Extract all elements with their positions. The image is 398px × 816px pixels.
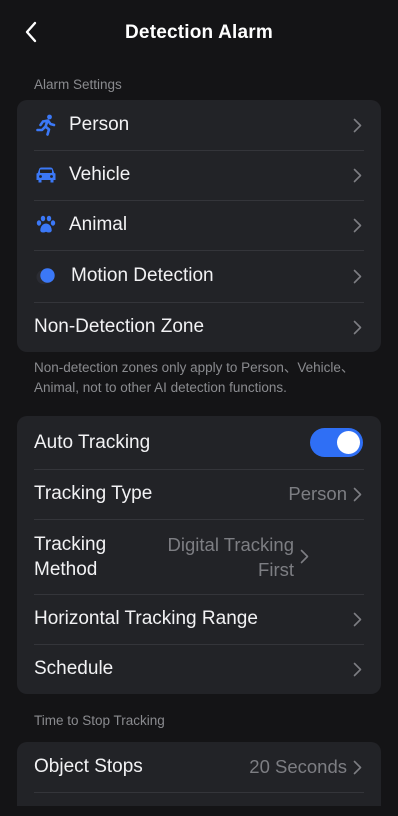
chevron-right-icon	[351, 319, 363, 335]
chevron-right-icon	[351, 486, 363, 502]
chevron-right-icon	[351, 217, 363, 233]
page-title: Detection Alarm	[125, 22, 273, 43]
tracking-type-value: Person	[288, 483, 347, 504]
tracking-card: Auto Tracking Tracking Type Person Track…	[17, 416, 381, 694]
chevron-right-icon	[351, 117, 363, 133]
running-person-icon	[34, 113, 58, 137]
list-item-label: Animal	[69, 214, 128, 235]
schedule-row[interactable]: Schedule	[17, 644, 381, 694]
chevron-right-icon	[351, 167, 363, 183]
chevron-right-icon	[351, 611, 363, 627]
non-detection-zone-note: Non-detection zones only apply to Person…	[34, 360, 355, 395]
list-item-label: Non-Detection Zone	[34, 316, 205, 337]
chevron-right-icon	[351, 661, 363, 677]
alarm-settings-card: Person Vehicle Animal Motion Detection N…	[17, 100, 381, 352]
tracking-type-row[interactable]: Tracking Type Person	[17, 469, 381, 519]
object-stops-value: 20 Seconds	[249, 756, 347, 777]
paw-icon	[34, 213, 58, 237]
list-item-label: Vehicle	[69, 164, 131, 185]
tracking-method-row[interactable]: Tracking Method Digital Tracking First	[17, 519, 381, 594]
list-item-label: Motion Detection	[71, 265, 214, 286]
horizontal-tracking-range-row[interactable]: Horizontal Tracking Range	[17, 594, 381, 644]
header: Detection Alarm	[0, 0, 398, 66]
list-item-vehicle[interactable]: Vehicle	[17, 150, 381, 200]
chevron-right-icon	[298, 549, 310, 565]
horizontal-tracking-range-label: Horizontal Tracking Range	[34, 608, 258, 629]
list-item-animal[interactable]: Animal	[17, 200, 381, 250]
tracking-method-label: Tracking Method	[34, 533, 107, 580]
tracking-method-value: Digital Tracking First	[167, 533, 294, 580]
car-icon	[34, 163, 58, 187]
motion-icon	[34, 264, 58, 288]
back-button[interactable]	[18, 19, 44, 45]
section-label-alarm-settings: Alarm Settings	[34, 77, 122, 92]
stop-tracking-card: Object Stops 20 Seconds	[17, 742, 381, 806]
section-label-stop-tracking: Time to Stop Tracking	[34, 713, 165, 728]
tracking-type-label: Tracking Type	[34, 483, 153, 504]
object-stops-row[interactable]: Object Stops 20 Seconds	[17, 742, 381, 792]
schedule-label: Schedule	[34, 658, 114, 679]
chevron-right-icon	[351, 759, 363, 775]
list-item-partial	[17, 792, 381, 806]
chevron-right-icon	[351, 268, 363, 284]
object-stops-label: Object Stops	[34, 756, 143, 777]
list-item-person[interactable]: Person	[17, 100, 381, 150]
list-item-non-detection-zone[interactable]: Non-Detection Zone	[17, 302, 381, 352]
list-item-label: Person	[69, 114, 130, 135]
auto-tracking-row: Auto Tracking	[17, 416, 381, 469]
chevron-left-icon	[25, 21, 37, 43]
auto-tracking-label: Auto Tracking	[34, 431, 151, 453]
list-item-motion-detection[interactable]: Motion Detection	[17, 250, 381, 302]
toggle-knob	[337, 431, 360, 454]
auto-tracking-toggle[interactable]	[310, 428, 363, 457]
